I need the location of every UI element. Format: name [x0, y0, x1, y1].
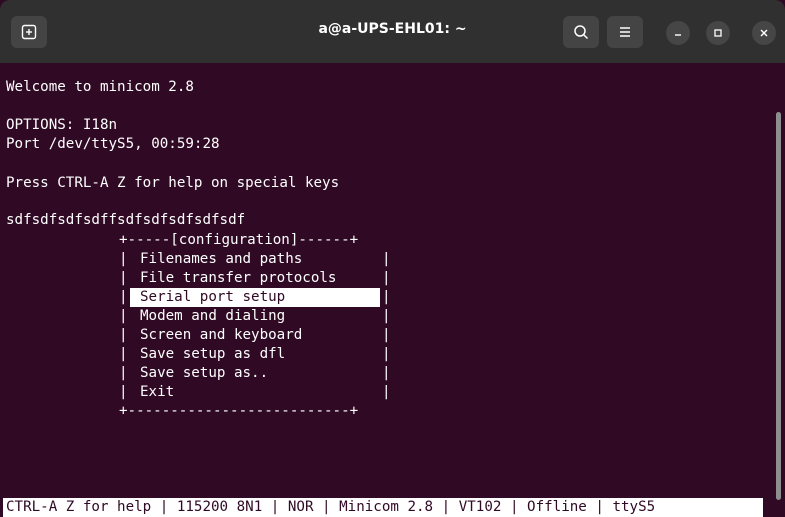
menu-right-border: | [382, 346, 391, 362]
menu-left-border: | [119, 289, 128, 305]
menu-top-border: +-----[configuration]------+ [119, 232, 359, 248]
welcome-line: Welcome to minicom 2.8 [6, 79, 194, 95]
menu-item-serial-port-setup[interactable]: Serial port setup [140, 288, 285, 307]
menu-right-border: | [382, 308, 391, 324]
menu-right-border: | [382, 327, 391, 343]
menu-item-filenames-and-paths[interactable]: Filenames and paths [140, 250, 302, 269]
menu-right-border: | [382, 365, 391, 381]
menu-left-border: | [119, 384, 128, 400]
search-button[interactable] [563, 16, 599, 48]
menu-right-border: | [382, 270, 391, 286]
typed-input-line: sdfsdfsdfsdffsdfsdfsdfsdfsdf [6, 212, 246, 228]
menu-right-border: | [382, 384, 391, 400]
options-line: OPTIONS: I18n [6, 117, 118, 133]
menu-bottom-border: +--------------------------+ [119, 403, 359, 419]
menu-left-border: | [119, 251, 128, 267]
minimize-button[interactable] [666, 21, 690, 45]
menu-item-screen-and-keyboard[interactable]: Screen and keyboard [140, 326, 302, 345]
menu-item-exit[interactable]: Exit [140, 383, 174, 402]
menu-right-border: | [382, 289, 391, 305]
menu-left-border: | [119, 346, 128, 362]
port-line: Port /dev/ttyS5, 00:59:28 [6, 136, 220, 152]
menu-item-save-setup-as[interactable]: Save setup as.. [140, 364, 268, 383]
minicom-status-bar: CTRL-A Z for help | 115200 8N1 | NOR | M… [3, 498, 763, 517]
maximize-button[interactable] [706, 21, 730, 45]
menu-right-border: | [382, 251, 391, 267]
status-bar-text: CTRL-A Z for help | 115200 8N1 | NOR | M… [6, 499, 656, 515]
menu-item-file-transfer-protocols[interactable]: File transfer protocols [140, 269, 336, 288]
menu-left-border: | [119, 365, 128, 381]
menu-left-border: | [119, 327, 128, 343]
help-hint-line: Press CTRL-A Z for help on special keys [6, 175, 340, 191]
menu-button[interactable] [607, 16, 643, 48]
menu-item-save-setup-as-dfl[interactable]: Save setup as dfl [140, 345, 285, 364]
menu-left-border: | [119, 308, 128, 324]
menu-item-modem-and-dialing[interactable]: Modem and dialing [140, 307, 285, 326]
title-bar[interactable]: a@a-UPS-EHL01: ~ [0, 0, 785, 63]
menu-left-border: | [119, 270, 128, 286]
close-button[interactable] [752, 21, 776, 45]
vertical-scrollbar[interactable] [776, 112, 781, 500]
terminal-window: a@a-UPS-EHL01: ~ Welcome to minicom 2.8 … [0, 0, 785, 517]
